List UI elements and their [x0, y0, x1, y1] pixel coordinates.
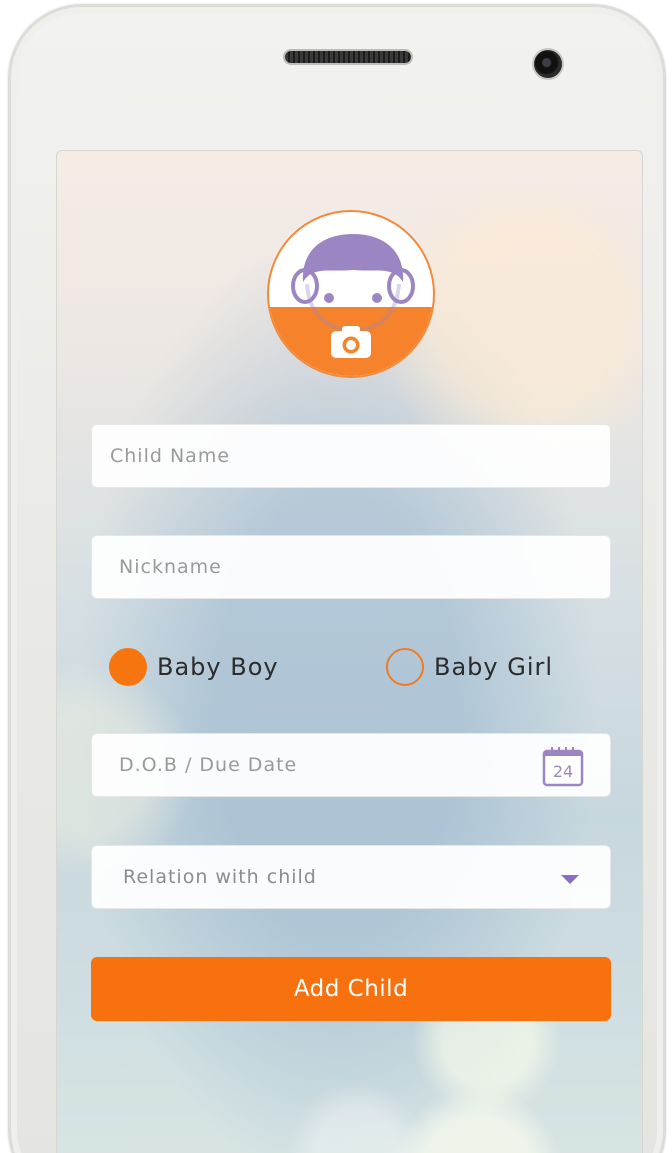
calendar-day-text: 24: [553, 762, 573, 781]
avatar-upload-button[interactable]: [267, 210, 435, 378]
relation-selected-value: Relation with child: [123, 866, 317, 888]
child-name-input[interactable]: [92, 425, 610, 487]
radio-baby-boy[interactable]: Baby Boy: [109, 646, 279, 688]
radio-unselected-indicator: [386, 648, 424, 686]
dob-field: 24: [91, 733, 611, 797]
calendar-icon[interactable]: 24: [542, 745, 584, 787]
relation-select[interactable]: Relation with child: [91, 845, 611, 909]
child-name-field: [91, 424, 611, 488]
front-camera: [532, 48, 564, 80]
radio-baby-girl[interactable]: Baby Girl: [386, 646, 553, 688]
add-child-button[interactable]: Add Child: [91, 957, 611, 1021]
nickname-field: [91, 535, 611, 599]
radio-label-baby-boy: Baby Boy: [157, 653, 279, 681]
radio-label-baby-girl: Baby Girl: [434, 653, 554, 681]
chevron-down-icon: [561, 875, 579, 884]
earpiece-speaker: [283, 49, 413, 65]
nickname-input[interactable]: [92, 536, 610, 598]
add-child-screen: Baby Boy Baby Girl 24 Relation with chil…: [56, 150, 643, 1153]
dob-input[interactable]: [92, 734, 610, 796]
camera-icon: [331, 326, 371, 358]
radio-selected-indicator: [109, 648, 147, 686]
gender-radio-group: Baby Boy Baby Girl: [109, 646, 609, 688]
phone-frame: Baby Boy Baby Girl 24 Relation with chil…: [8, 4, 666, 1153]
